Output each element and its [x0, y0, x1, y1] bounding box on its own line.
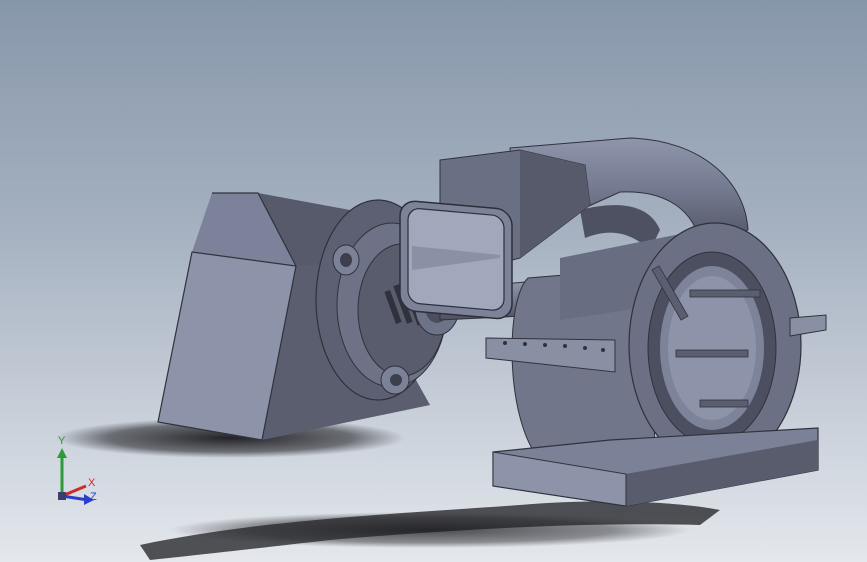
graphics-viewport[interactable]: Y X Z	[0, 0, 867, 562]
x-axis-label: X	[88, 477, 96, 489]
triad-origin	[58, 492, 66, 500]
z-axis-label: Z	[90, 491, 97, 503]
triad-axes	[57, 448, 94, 505]
reference-triad: Y X Z	[48, 436, 108, 510]
model-view[interactable]	[0, 0, 867, 562]
y-arrow-icon	[57, 448, 67, 458]
y-axis-label: Y	[58, 435, 66, 447]
